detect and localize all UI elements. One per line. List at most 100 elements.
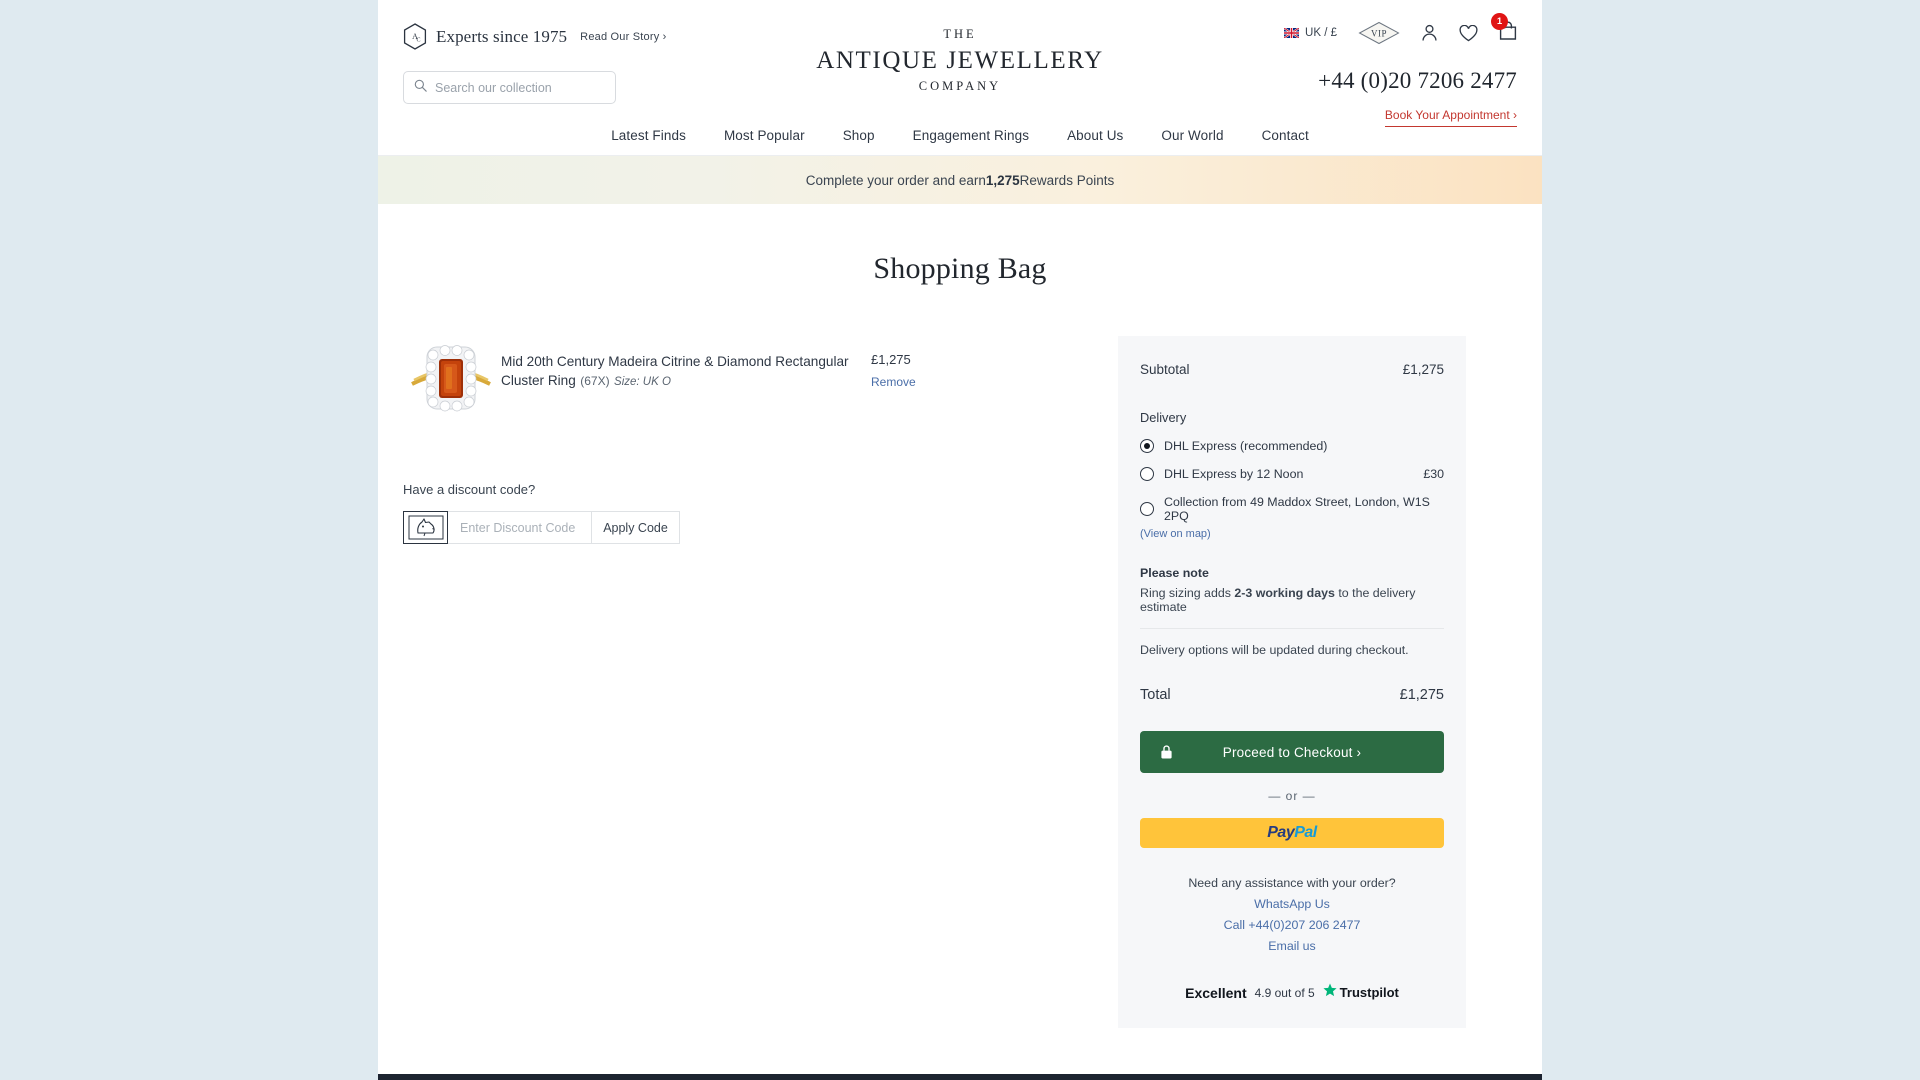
ring-sizing-note: Ring sizing adds 2-3 working days to the…: [1140, 586, 1444, 614]
bottom-bar: [378, 1074, 1542, 1080]
product-name[interactable]: Mid 20th Century Madeira Citrine & Diamo…: [501, 354, 849, 388]
summary-divider: [1140, 628, 1444, 629]
total-label: Total: [1140, 687, 1171, 703]
trustpilot-rating[interactable]: Excellent 4.9 out of 5 Trustpilot: [1140, 983, 1444, 1002]
total-value: £1,275: [1399, 687, 1444, 703]
read-our-story-link[interactable]: Read Our Story ›: [580, 31, 666, 43]
bag-layout: Mid 20th Century Madeira Citrine & Diamo…: [403, 336, 1517, 1028]
dog-stamp-icon: [403, 511, 448, 544]
citrine-diamond-ring-image[interactable]: [403, 336, 498, 424]
discount-form: Apply Code: [403, 511, 1031, 544]
delivery-update-note: Delivery options will be updated during …: [1140, 643, 1409, 657]
assistance-block: Need any assistance with your order? Wha…: [1140, 876, 1444, 953]
header-phone-number[interactable]: +44 (0)20 7206 2477: [1318, 68, 1517, 94]
call-us-link[interactable]: Call +44(0)207 206 2477: [1140, 918, 1444, 932]
nav-item-our-world[interactable]: Our World: [1161, 128, 1223, 143]
delivery-option-label: DHL Express (recommended): [1164, 439, 1328, 453]
logo-line-main: ANTIQUE JEWELLERY: [816, 46, 1104, 74]
cart-count-badge: 1: [1491, 13, 1508, 30]
order-summary-panel: Subtotal £1,275 Delivery DHL Express (re…: [1118, 336, 1466, 1028]
trustpilot-brand-name: Trustpilot: [1339, 985, 1399, 1000]
rewards-banner: Complete your order and earn 1,275 Rewar…: [378, 156, 1542, 204]
product-sku: (67X): [580, 374, 610, 389]
subtotal-row: Subtotal £1,275: [1140, 362, 1444, 377]
radio-collection-icon[interactable]: [1140, 502, 1154, 516]
hexagon-ajc-icon: A C: [403, 23, 427, 50]
discount-section: Have a discount code? Enter Discount Cod…: [403, 482, 1031, 544]
nav-item-most-popular[interactable]: Most Popular: [724, 128, 805, 143]
delivery-option-price: £30: [1423, 467, 1444, 481]
total-row: Total £1,275: [1140, 687, 1444, 703]
discount-code-input[interactable]: [448, 511, 592, 544]
logo-line-the: THE: [943, 27, 977, 41]
main-content: Shopping Bag Mid 20th Century Madeira Ci…: [378, 252, 1542, 1028]
order-summary-column: Subtotal £1,275 Delivery DHL Express (re…: [1118, 336, 1466, 1028]
header-utility-icons: UK / £ VIP 1: [1284, 13, 1517, 45]
delivery-option-dhl-express[interactable]: DHL Express (recommended): [1140, 439, 1444, 453]
search-input[interactable]: [435, 80, 605, 95]
locale-label: UK / £: [1305, 27, 1337, 39]
trustpilot-brand: Trustpilot: [1323, 983, 1399, 1002]
nav-item-about-us[interactable]: About Us: [1067, 128, 1123, 143]
bag-line-item: Mid 20th Century Madeira Citrine & Diamo…: [403, 336, 1031, 424]
site-logo[interactable]: THE ANTIQUE JEWELLERY COMPANY: [816, 28, 1104, 92]
note-bold: 2-3 working days: [1234, 586, 1335, 600]
whatsapp-us-link[interactable]: WhatsApp Us: [1140, 897, 1444, 911]
remove-item-link[interactable]: Remove: [871, 375, 963, 389]
or-separator: — or —: [1268, 789, 1316, 803]
paypal-button[interactable]: PayPal: [1140, 818, 1444, 848]
delivery-option-label: Collection from 49 Maddox Street, London…: [1164, 495, 1430, 523]
delivery-heading: Delivery: [1140, 410, 1187, 425]
checkout-button-label: Proceed to Checkout ›: [1222, 744, 1362, 760]
wishlist-heart-icon[interactable]: [1459, 24, 1478, 42]
paypal-pay-text: Pay: [1267, 824, 1295, 841]
please-note-heading: Please note: [1140, 566, 1209, 580]
product-price: £1,275: [871, 352, 911, 367]
delivery-option-dhl-12-noon[interactable]: DHL Express by 12 Noon £30: [1140, 467, 1444, 481]
site-header: A C Experts since 1975 Read Our Story ›: [378, 0, 1542, 156]
assistance-heading: Need any assistance with your order?: [1188, 876, 1396, 890]
trustpilot-score: 4.9 out of 5: [1254, 985, 1315, 1000]
radio-dhl-express-icon[interactable]: [1140, 439, 1154, 453]
paypal-pal-text: Pal: [1294, 824, 1317, 841]
delivery-option-label: DHL Express by 12 Noon: [1164, 467, 1304, 481]
cart-button[interactable]: 1: [1491, 13, 1517, 45]
delivery-option-collection[interactable]: Collection from 49 Maddox Street, London…: [1140, 495, 1444, 523]
product-size: Size: UK O: [614, 376, 671, 389]
proceed-to-checkout-button[interactable]: Proceed to Checkout ›: [1140, 731, 1444, 773]
rewards-suffix: Rewards Points: [1019, 172, 1115, 188]
svg-text:VIP: VIP: [1371, 29, 1387, 39]
svg-text:C: C: [416, 38, 420, 44]
logo-line-company: COMPANY: [918, 78, 1002, 93]
view-on-map-link[interactable]: (View on map): [1140, 528, 1444, 540]
discount-heading: Have a discount code?: [403, 482, 536, 497]
experts-since-label: Experts since 1975: [436, 26, 568, 46]
main-navigation: Latest Finds Most Popular Shop Engagemen…: [378, 116, 1542, 156]
product-details: Mid 20th Century Madeira Citrine & Diamo…: [498, 336, 853, 391]
note-prefix: Ring sizing adds: [1140, 586, 1235, 600]
experts-badge-group[interactable]: A C Experts since 1975 Read Our Story ›: [403, 23, 667, 50]
nav-item-shop[interactable]: Shop: [843, 128, 875, 143]
radio-dhl-12noon-icon[interactable]: [1140, 467, 1154, 481]
product-price-column: £1,275 Remove: [853, 336, 963, 389]
rewards-points: 1,275: [985, 172, 1020, 188]
locale-selector[interactable]: UK / £: [1284, 27, 1337, 39]
rewards-prefix: Complete your order and earn: [805, 172, 986, 188]
uk-flag-icon: [1284, 28, 1300, 38]
apply-code-button[interactable]: Apply Code: [592, 511, 680, 544]
page-title: Shopping Bag: [873, 252, 1047, 285]
bag-items-column: Mid 20th Century Madeira Citrine & Diamo…: [403, 336, 1031, 544]
subtotal-value: £1,275: [1402, 362, 1444, 377]
account-icon[interactable]: [1421, 24, 1438, 42]
browser-viewport: A C Experts since 1975 Read Our Story ›: [0, 0, 1920, 1080]
email-us-link[interactable]: Email us: [1140, 939, 1444, 953]
trustpilot-rating-word: Excellent: [1185, 984, 1247, 1001]
vip-badge[interactable]: VIP: [1358, 21, 1400, 45]
nav-item-contact[interactable]: Contact: [1262, 128, 1309, 143]
nav-item-latest-finds[interactable]: Latest Finds: [611, 128, 686, 143]
search-icon: [414, 79, 427, 97]
lock-icon: [1160, 745, 1173, 760]
search-box[interactable]: [403, 71, 616, 104]
subtotal-label: Subtotal: [1140, 362, 1190, 377]
nav-item-engagement-rings[interactable]: Engagement Rings: [913, 128, 1029, 143]
